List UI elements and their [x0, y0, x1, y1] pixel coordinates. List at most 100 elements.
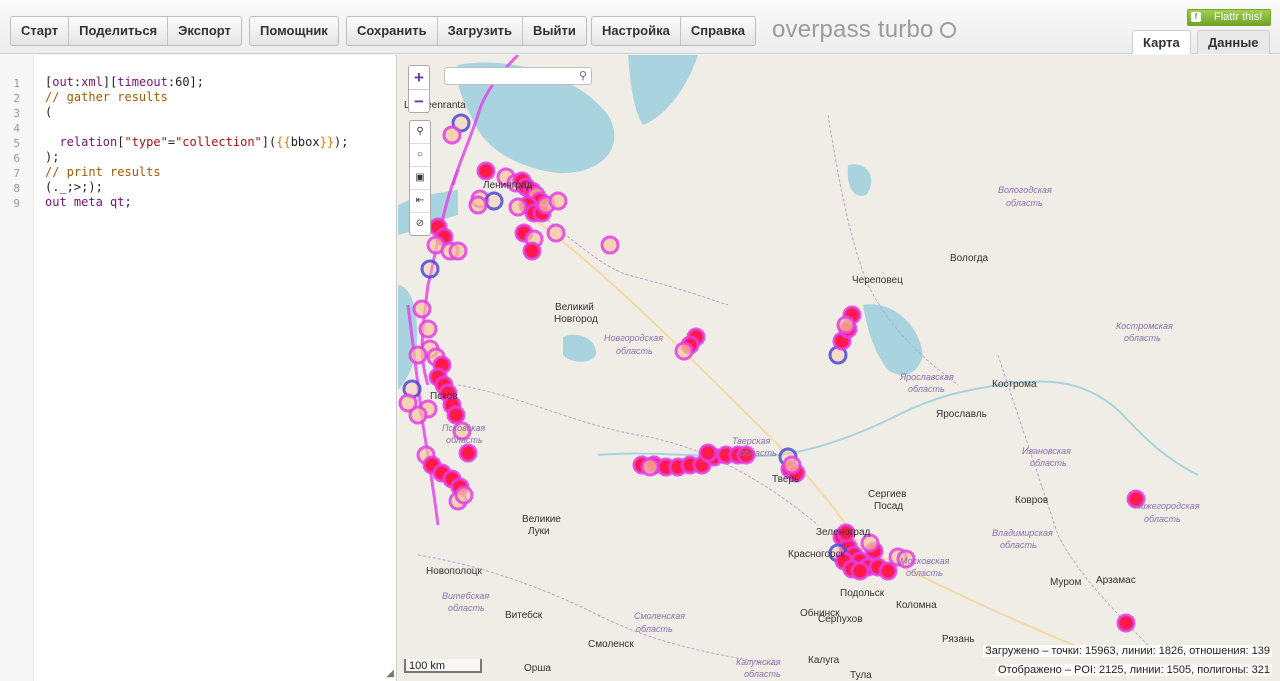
- city-label: Серпухов: [818, 614, 863, 625]
- city-label: Новополоцк: [426, 566, 483, 577]
- map-marker[interactable]: [484, 191, 504, 211]
- layers-icon[interactable]: ▣: [410, 167, 430, 190]
- zoom-out-button[interactable]: −: [409, 89, 429, 113]
- region-label: область: [1124, 333, 1161, 343]
- file-button-group: Старт Поделиться Экспорт: [10, 16, 242, 46]
- region-label: Новгородская: [604, 333, 663, 343]
- map-marker[interactable]: [600, 235, 620, 255]
- code-line: out meta qt;: [45, 195, 132, 209]
- map-marker[interactable]: [454, 485, 474, 505]
- region-label: Московская: [900, 556, 950, 566]
- city-label: Ленинград: [483, 180, 533, 191]
- tab-data[interactable]: Данные: [1197, 30, 1270, 54]
- city-label: Посад: [874, 501, 903, 512]
- locate-icon[interactable]: ○: [410, 144, 430, 167]
- map-marker[interactable]: [398, 393, 418, 413]
- map-marker[interactable]: [782, 455, 802, 475]
- city-label: Арзамас: [1096, 575, 1136, 586]
- share-button[interactable]: Поделиться: [69, 17, 169, 45]
- map-marker[interactable]: [458, 443, 478, 463]
- tab-map[interactable]: Карта: [1132, 30, 1191, 54]
- region-border: [527, 204, 729, 306]
- region-label: область: [1000, 540, 1037, 550]
- search-icon[interactable]: ⚲: [579, 69, 587, 82]
- map-marker[interactable]: [674, 341, 694, 361]
- resize-handle-icon[interactable]: ◢: [386, 668, 394, 679]
- road: [527, 214, 859, 546]
- region-label: область: [744, 669, 781, 679]
- rybinsk-reservoir: [863, 304, 923, 375]
- map-marker[interactable]: [420, 259, 440, 279]
- map-canvas[interactable]: LappeenrantaЛенинградВологдаЧереповецВел…: [398, 55, 1280, 681]
- map-marker[interactable]: [546, 223, 566, 243]
- city-label: Великий: [555, 302, 594, 313]
- map-marker[interactable]: [408, 345, 428, 365]
- zoom-to-data-icon[interactable]: ⚲: [410, 121, 430, 144]
- lake-onega: [628, 55, 698, 125]
- map-marker[interactable]: [850, 561, 870, 581]
- region-label: область: [740, 448, 777, 458]
- export-button[interactable]: Экспорт: [168, 17, 241, 45]
- map-marker[interactable]: [548, 191, 568, 211]
- help-button[interactable]: Справка: [681, 17, 755, 45]
- map-marker[interactable]: [442, 125, 462, 145]
- map-marker[interactable]: [698, 443, 718, 463]
- start-button[interactable]: Старт: [11, 17, 70, 45]
- lake-peipus: [398, 285, 418, 390]
- map-marker[interactable]: [522, 241, 542, 261]
- city-label: Тула: [850, 670, 872, 681]
- app-logo: overpass turbo: [772, 16, 956, 44]
- region-label: область: [1144, 514, 1181, 524]
- city-label: Вологда: [950, 253, 989, 264]
- map-marker[interactable]: [476, 161, 496, 181]
- city-label: Орша: [524, 663, 551, 674]
- map-view[interactable]: Lappeenranta Ленинград Вологда Череповец Вел…: [398, 55, 1280, 681]
- city-label: Рязань: [942, 634, 975, 645]
- map-marker[interactable]: [446, 405, 466, 425]
- map-marker[interactable]: [448, 241, 468, 261]
- brand-title: overpass turbo: [772, 16, 934, 43]
- code-line: relation["type"="collection"]({{bbox}});: [59, 135, 349, 149]
- region-label: область: [1030, 458, 1067, 468]
- map-marker[interactable]: [508, 197, 528, 217]
- line-number: 7: [13, 167, 20, 180]
- region-label: область: [446, 435, 483, 445]
- zoom-in-button[interactable]: +: [409, 66, 429, 89]
- settings-button[interactable]: Настройка: [592, 17, 681, 45]
- city-label: Красногорск: [788, 549, 846, 560]
- region-label: Нижегородская: [1134, 501, 1200, 511]
- region-label: Смоленская: [634, 611, 685, 621]
- code-line: // gather results: [45, 90, 168, 104]
- map-marker[interactable]: [468, 195, 488, 215]
- wizard-button-group: Помощник: [249, 16, 339, 46]
- line-number: 3: [13, 107, 20, 120]
- code-line: // print results: [45, 165, 161, 179]
- query-editor[interactable]: 1 2 3 4 5 6 7 8 9 [out:xml][timeout:60];…: [0, 55, 397, 681]
- wizard-button[interactable]: Помощник: [250, 17, 338, 45]
- hide-data-icon[interactable]: ⊘: [410, 213, 430, 235]
- map-marker[interactable]: [1116, 613, 1136, 633]
- region-label: область: [906, 568, 943, 578]
- toolbar: Старт Поделиться Экспорт Помощник Сохран…: [0, 0, 1280, 54]
- lake-ilmen: [563, 334, 597, 362]
- region-label: Калужская: [736, 657, 781, 667]
- map-search-input[interactable]: ⚲: [444, 67, 592, 85]
- settings-button-group: Настройка Справка: [591, 16, 756, 46]
- exit-button[interactable]: Выйти: [523, 17, 586, 45]
- flattr-button[interactable]: f Flattr this!: [1187, 9, 1271, 26]
- city-label: Витебск: [505, 609, 543, 621]
- city-label: Луки: [528, 526, 550, 537]
- map-marker[interactable]: [640, 457, 660, 477]
- map-marker[interactable]: [836, 315, 856, 335]
- region-label: Владимирская: [992, 528, 1053, 538]
- map-marker[interactable]: [418, 319, 438, 339]
- region-label: область: [908, 384, 945, 394]
- save-button[interactable]: Сохранить: [347, 17, 438, 45]
- region-label: область: [636, 624, 673, 634]
- map-marker[interactable]: [412, 299, 432, 319]
- load-button[interactable]: Загрузить: [438, 17, 524, 45]
- stats-shown: Отображено – POI: 2125, линии: 1505, пол…: [995, 664, 1272, 676]
- fullscreen-icon[interactable]: ⇤: [410, 190, 430, 213]
- city-label: Смоленск: [588, 639, 634, 650]
- city-label: Зеленоград: [816, 527, 871, 538]
